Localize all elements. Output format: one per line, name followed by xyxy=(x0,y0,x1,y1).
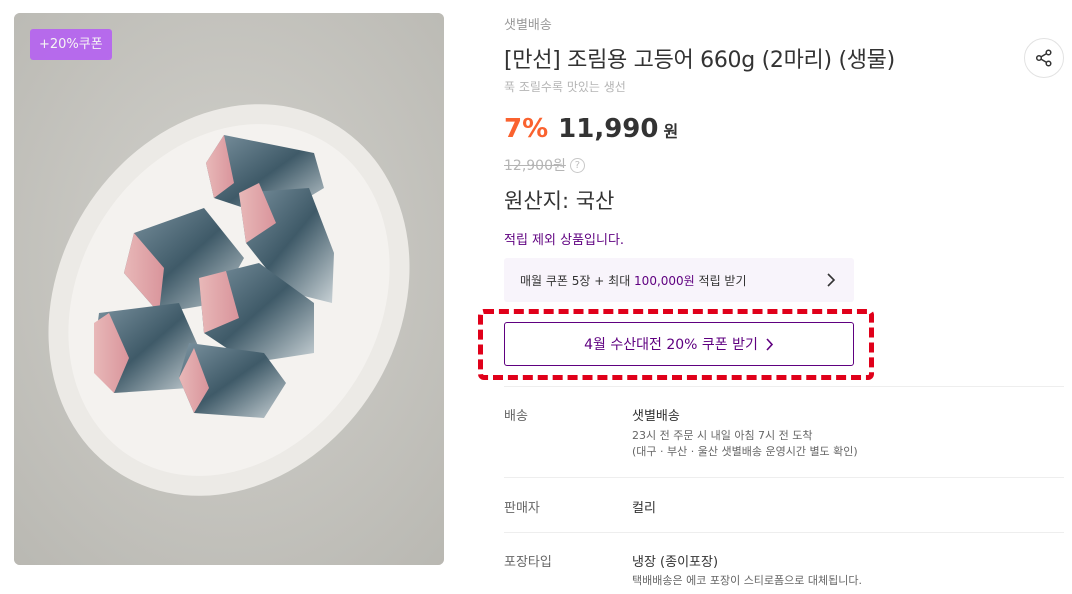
packaging-row-label: 포장타입 xyxy=(504,555,552,570)
share-button[interactable] xyxy=(1024,38,1064,78)
original-price: 12,900원 xyxy=(504,158,566,174)
delivery-row-note: 23시 전 주문 시 내일 아침 7시 전 도착 xyxy=(632,429,813,442)
divider xyxy=(504,532,1064,533)
divider xyxy=(504,477,1064,478)
benefit-text-prefix: 매월 쿠폰 5장 + 최대 xyxy=(520,273,635,288)
benefit-text-suffix: 적립 받기 xyxy=(694,273,747,288)
packaging-row-note: 택배배송은 에코 포장이 스티로폼으로 대체됩니다. xyxy=(632,574,863,587)
price-row: 7% 11,990 원 xyxy=(504,114,678,144)
question-circle-icon[interactable]: ? xyxy=(569,157,585,173)
divider xyxy=(504,386,1064,387)
sale-price: 11,990 xyxy=(558,114,659,144)
delivery-row-value: 샛별배송 xyxy=(632,409,680,424)
product-image: +20%쿠폰 xyxy=(14,13,444,565)
original-price-row: 12,900원 ? xyxy=(504,155,585,175)
packaging-row-value: 냉장 (종이포장) xyxy=(632,555,719,570)
discount-rate: 7% xyxy=(504,114,549,144)
coupon-badge: +20%쿠폰 xyxy=(30,29,112,60)
currency-unit: 원 xyxy=(663,122,679,141)
delivery-row-note-regions: (대구 · 부산 · 울산 샛별배송 운영시간 별도 확인) xyxy=(632,445,858,458)
point-notice: 적립 제외 상품입니다. xyxy=(504,233,625,248)
membership-benefit-banner[interactable]: 매월 쿠폰 5장 + 최대 100,000원 적립 받기 xyxy=(504,258,854,302)
seller-row-value: 컬리 xyxy=(632,501,656,516)
annotation-highlight-box xyxy=(478,309,874,380)
product-title: [만선] 조림용 고등어 660g (2마리) (생물) xyxy=(504,48,895,73)
product-photo xyxy=(14,13,444,565)
product-subtitle: 푹 조릴수록 맛있는 생선 xyxy=(504,80,626,94)
delivery-row-label: 배송 xyxy=(504,409,528,424)
benefit-text: 매월 쿠폰 5장 + 최대 100,000원 적립 받기 xyxy=(520,272,747,289)
benefit-text-highlight: 100,000원 xyxy=(634,273,695,288)
origin-info: 원산지: 국산 xyxy=(504,189,615,213)
chevron-right-icon xyxy=(827,273,836,287)
share-icon xyxy=(1035,49,1052,67)
delivery-type-label: 샛별배송 xyxy=(504,18,552,33)
seller-row-label: 판매자 xyxy=(504,501,540,516)
